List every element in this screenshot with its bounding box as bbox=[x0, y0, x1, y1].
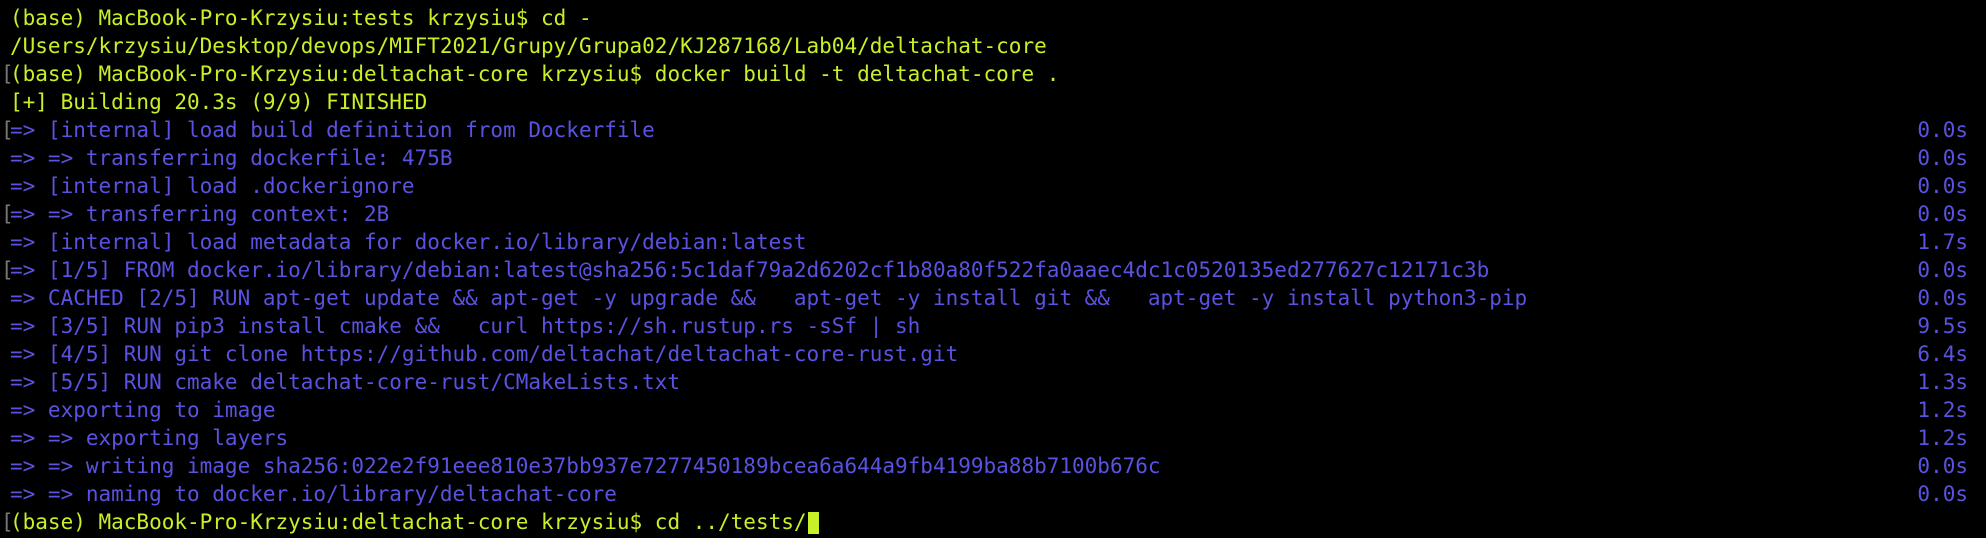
line-marker-icon: [ bbox=[1, 62, 14, 86]
line-marker-icon: [ bbox=[1, 510, 14, 534]
line-text: => exporting to image bbox=[10, 398, 276, 422]
terminal-output-line: [=> => transferring context: 2B 0.0s bbox=[0, 200, 1986, 228]
line-marker-icon: [ bbox=[1, 118, 14, 142]
terminal-output-line: => [5/5] RUN cmake deltachat-core-rust/C… bbox=[0, 368, 1986, 396]
terminal-output-line: => => writing image sha256:022e2f91eee81… bbox=[0, 452, 1986, 480]
line-text: => [5/5] RUN cmake deltachat-core-rust/C… bbox=[10, 370, 681, 394]
line-marker-icon: [ bbox=[1, 258, 14, 282]
terminal-prompt-line: [(base) MacBook-Pro-Krzysiu:deltachat-co… bbox=[0, 508, 1986, 536]
terminal-output-line: => [4/5] RUN git clone https://github.co… bbox=[0, 340, 1986, 368]
text-cursor bbox=[807, 512, 819, 534]
line-text: => [internal] load metadata for docker.i… bbox=[10, 230, 807, 254]
terminal-prompt-line: [(base) MacBook-Pro-Krzysiu:deltachat-co… bbox=[0, 60, 1986, 88]
line-text: => => exporting layers bbox=[10, 426, 289, 450]
step-duration: 1.2s bbox=[1917, 398, 1968, 422]
step-duration: 0.0s bbox=[1917, 146, 1968, 170]
step-duration: 0.0s bbox=[1917, 202, 1968, 226]
line-text: => [internal] load build definition from… bbox=[10, 118, 655, 142]
step-duration: 0.0s bbox=[1917, 174, 1968, 198]
line-text: /Users/krzysiu/Desktop/devops/MIFT2021/G… bbox=[10, 34, 1047, 58]
terminal-output-line: => CACHED [2/5] RUN apt-get update && ap… bbox=[0, 284, 1986, 312]
line-text: => => naming to docker.io/library/deltac… bbox=[10, 482, 617, 506]
line-text: => => transferring context: 2B bbox=[10, 202, 390, 226]
line-text: (base) MacBook-Pro-Krzysiu:deltachat-cor… bbox=[10, 510, 807, 534]
terminal-output-line: [=> [internal] load build definition fro… bbox=[0, 116, 1986, 144]
step-duration: 1.3s bbox=[1917, 370, 1968, 394]
step-duration: 0.0s bbox=[1917, 454, 1968, 478]
step-duration: 1.2s bbox=[1917, 426, 1968, 450]
terminal-output-line: => exporting to image 1.2s bbox=[0, 396, 1986, 424]
step-duration: 0.0s bbox=[1917, 286, 1968, 310]
terminal-output-line: => [internal] load .dockerignore 0.0s bbox=[0, 172, 1986, 200]
line-text: => [3/5] RUN pip3 install cmake && curl … bbox=[10, 314, 921, 338]
line-text: => [internal] load .dockerignore bbox=[10, 174, 415, 198]
terminal-output-line: [+] Building 20.3s (9/9) FINISHED bbox=[0, 88, 1986, 116]
step-duration: 0.0s bbox=[1917, 118, 1968, 142]
line-text: => CACHED [2/5] RUN apt-get update && ap… bbox=[10, 286, 1528, 310]
terminal-output-line: => => exporting layers 1.2s bbox=[0, 424, 1986, 452]
step-duration: 0.0s bbox=[1917, 482, 1968, 506]
step-duration: 6.4s bbox=[1917, 342, 1968, 366]
terminal-output[interactable]: (base) MacBook-Pro-Krzysiu:tests krzysiu… bbox=[0, 0, 1986, 538]
line-text: => [4/5] RUN git clone https://github.co… bbox=[10, 342, 959, 366]
line-text: (base) MacBook-Pro-Krzysiu:tests krzysiu… bbox=[10, 6, 592, 30]
terminal-prompt-line: (base) MacBook-Pro-Krzysiu:tests krzysiu… bbox=[0, 4, 1986, 32]
terminal-output-line: [=> [1/5] FROM docker.io/library/debian:… bbox=[0, 256, 1986, 284]
line-text: => => transferring dockerfile: 475B bbox=[10, 146, 453, 170]
terminal-output-line: /Users/krzysiu/Desktop/devops/MIFT2021/G… bbox=[0, 32, 1986, 60]
step-duration: 1.7s bbox=[1917, 230, 1968, 254]
terminal-output-line: => [3/5] RUN pip3 install cmake && curl … bbox=[0, 312, 1986, 340]
terminal-output-line: => => naming to docker.io/library/deltac… bbox=[0, 480, 1986, 508]
line-text: => [1/5] FROM docker.io/library/debian:l… bbox=[10, 258, 1490, 282]
step-duration: 0.0s bbox=[1917, 258, 1968, 282]
line-text: => => writing image sha256:022e2f91eee81… bbox=[10, 454, 1161, 478]
terminal-output-line: => => transferring dockerfile: 475B 0.0s bbox=[0, 144, 1986, 172]
step-duration: 9.5s bbox=[1917, 314, 1968, 338]
line-text: (base) MacBook-Pro-Krzysiu:deltachat-cor… bbox=[10, 62, 1060, 86]
line-text: [+] Building 20.3s (9/9) FINISHED bbox=[10, 90, 428, 114]
terminal-output-line: => [internal] load metadata for docker.i… bbox=[0, 228, 1986, 256]
line-marker-icon: [ bbox=[1, 202, 14, 226]
